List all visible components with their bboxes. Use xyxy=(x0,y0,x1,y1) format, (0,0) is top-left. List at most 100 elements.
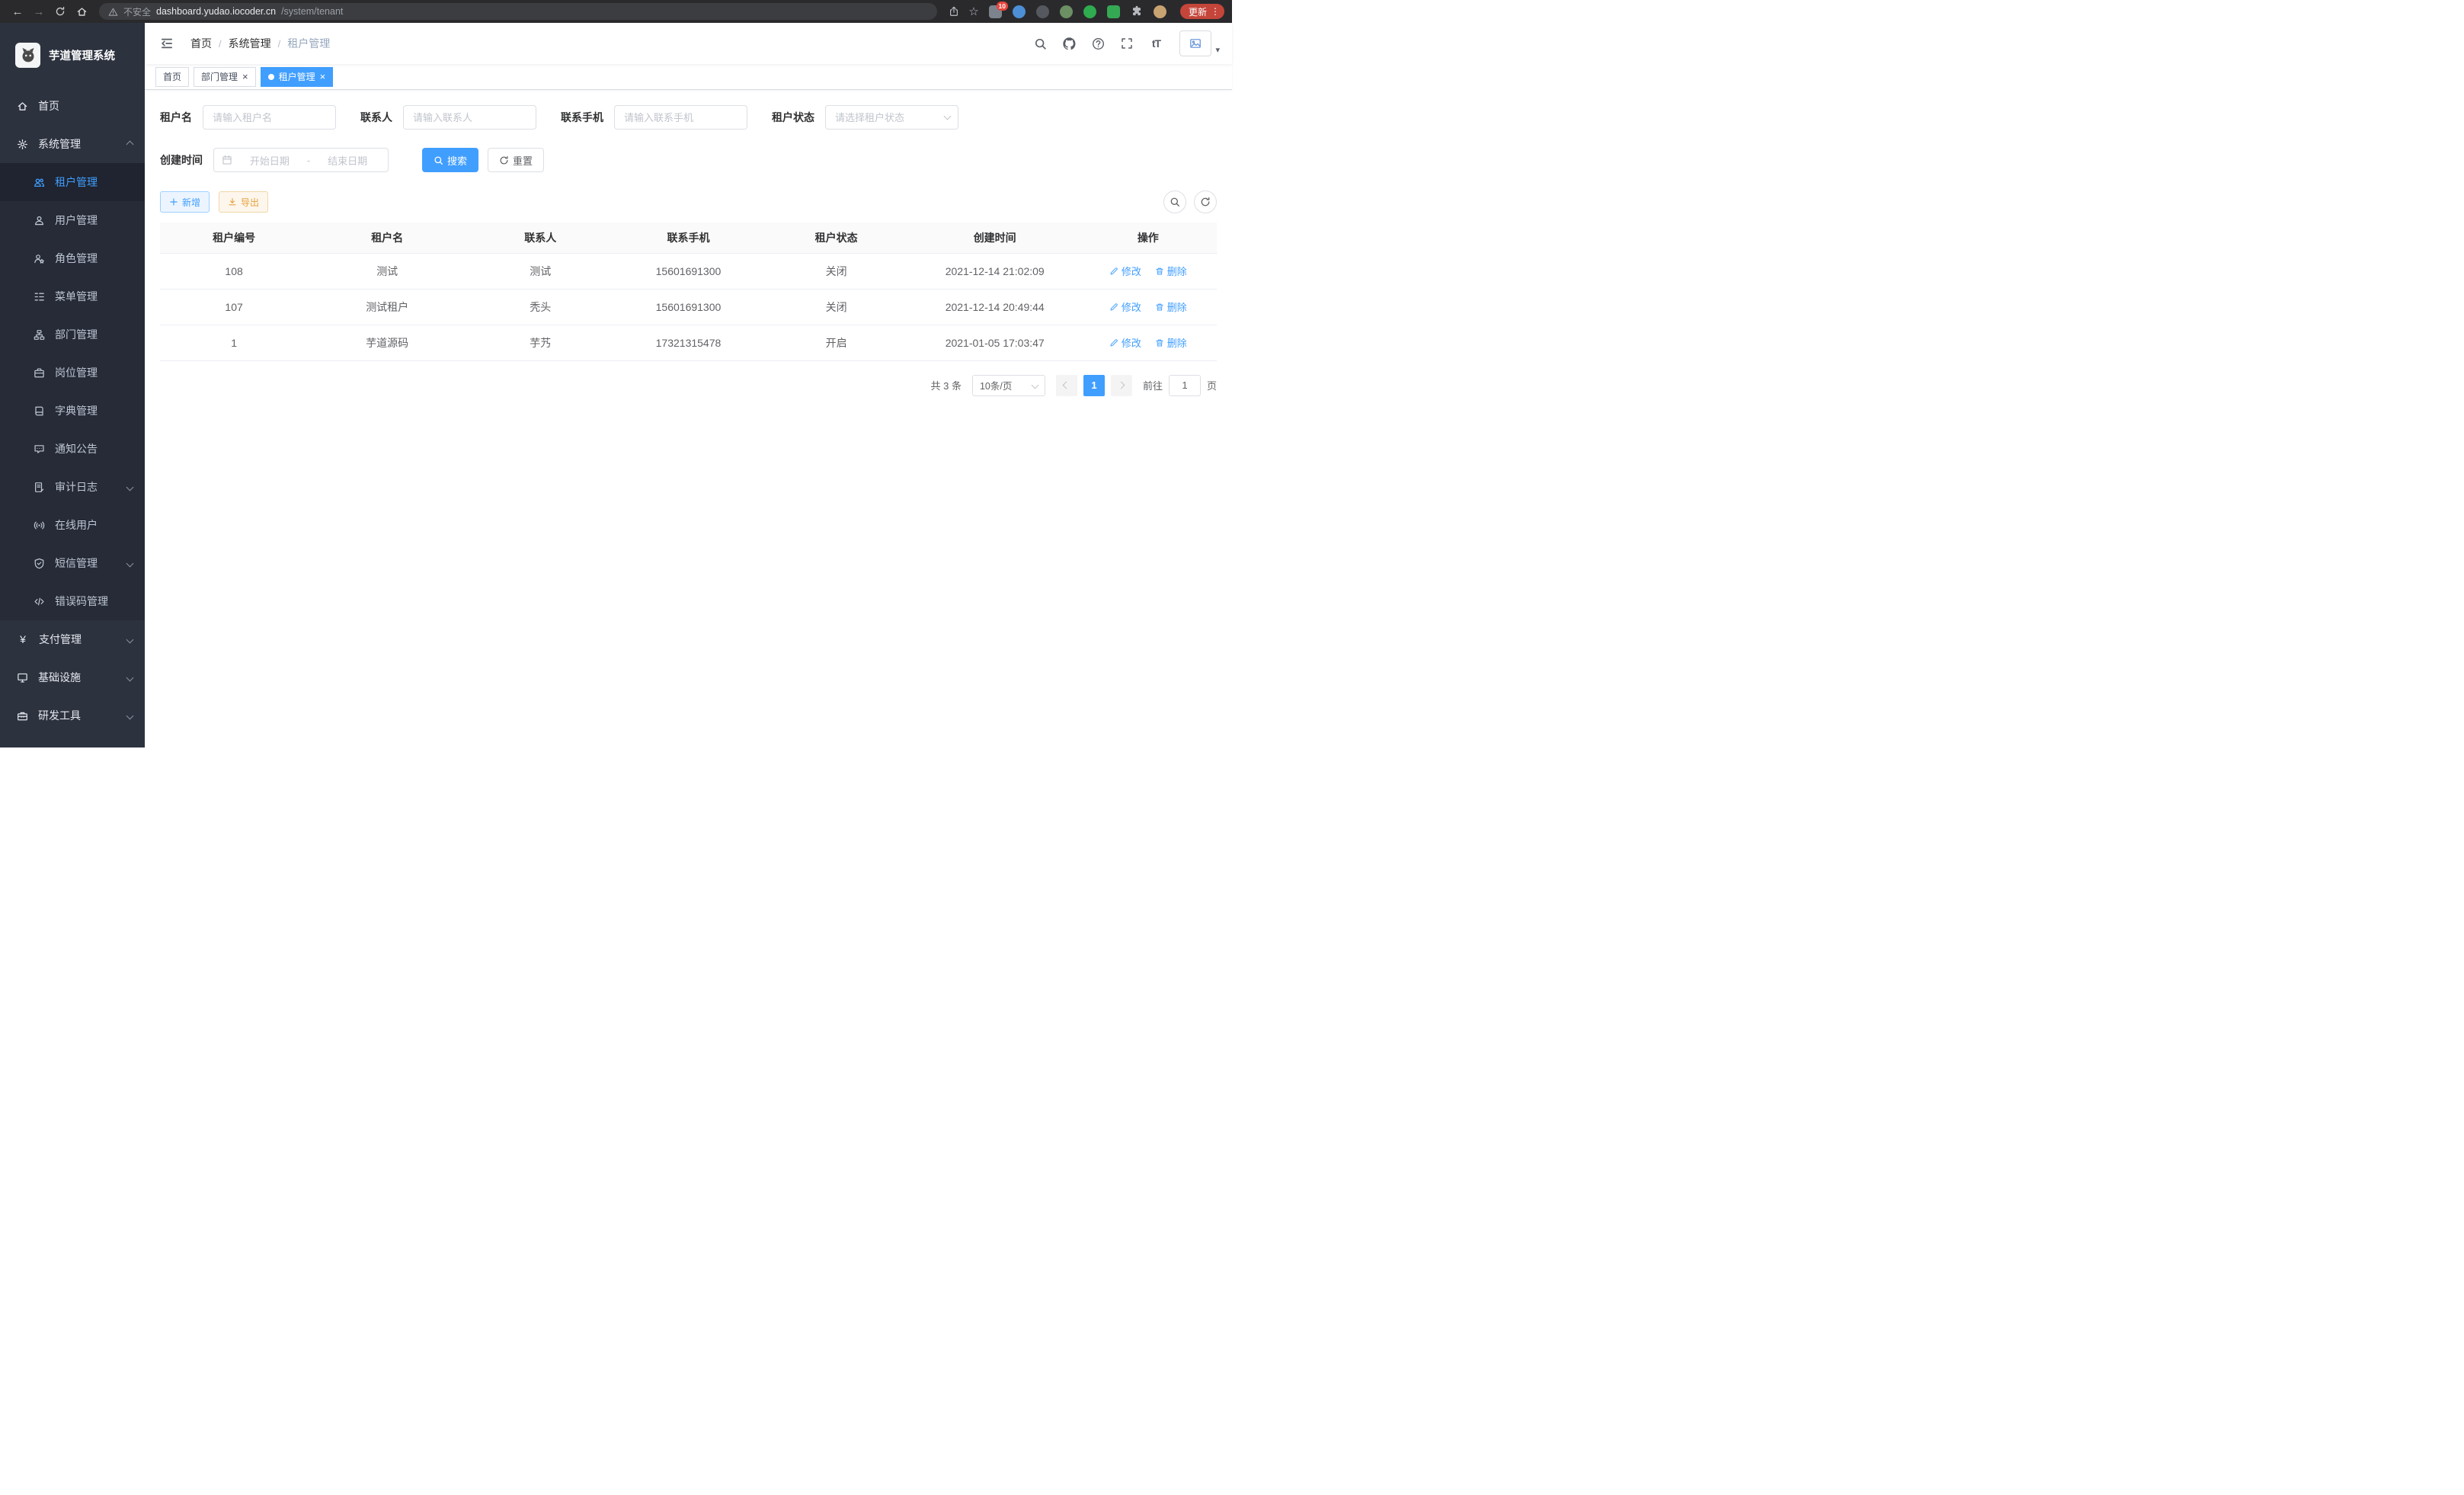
sidebar-item-user[interactable]: 用户管理 xyxy=(0,201,145,239)
sidebar-item-online-users[interactable]: 在线用户 xyxy=(0,506,145,544)
sidebar-item-error-code[interactable]: 错误码管理 xyxy=(0,582,145,620)
sidebar-item-label: 通知公告 xyxy=(55,441,133,456)
sidebar-item-label: 字典管理 xyxy=(55,403,133,418)
column-header: 联系人 xyxy=(466,222,614,253)
help-icon[interactable] xyxy=(1086,32,1109,55)
sidebar-collapse-icon[interactable] xyxy=(157,34,177,53)
sidebar-item-audit-log[interactable]: 审计日志 xyxy=(0,468,145,506)
monitor-icon xyxy=(17,672,28,683)
column-header: 联系手机 xyxy=(614,222,762,253)
github-icon[interactable] xyxy=(1058,32,1080,55)
sidebar-item-dept[interactable]: 部门管理 xyxy=(0,315,145,354)
edit-button[interactable]: 修改 xyxy=(1109,299,1141,314)
delete-button[interactable]: 删除 xyxy=(1155,264,1187,278)
reload-icon[interactable] xyxy=(50,3,70,20)
sidebar: 芋道管理系统 首页 系统管理 租户管理 用户管理 xyxy=(0,23,145,748)
breadcrumb-item-system[interactable]: 系统管理 xyxy=(229,36,271,51)
chevron-right-icon xyxy=(1118,382,1125,389)
column-header: 操作 xyxy=(1080,222,1217,253)
sidebar-item-devtools[interactable]: 研发工具 xyxy=(0,696,145,735)
reset-button[interactable]: 重置 xyxy=(488,148,544,172)
home-icon[interactable] xyxy=(72,3,91,20)
sidebar-item-infra[interactable]: 基础设施 xyxy=(0,658,145,696)
tab-home[interactable]: 首页 xyxy=(155,67,189,87)
sidebar-item-label: 部门管理 xyxy=(55,327,133,342)
cell-actions: 修改 删除 xyxy=(1080,289,1217,325)
edit-label: 修改 xyxy=(1122,335,1141,350)
sidebar-item-system[interactable]: 系统管理 xyxy=(0,125,145,163)
date-range-picker[interactable]: 开始日期 - 结束日期 xyxy=(213,148,389,172)
bookmark-star-icon[interactable]: ☆ xyxy=(965,3,983,20)
sidebar-item-post[interactable]: 岗位管理 xyxy=(0,354,145,392)
table-header-row: 租户编号 租户名 联系人 联系手机 租户状态 创建时间 操作 xyxy=(160,222,1217,253)
status-select[interactable] xyxy=(825,105,958,130)
goto-page-input[interactable] xyxy=(1169,375,1201,396)
share-icon[interactable] xyxy=(945,3,963,20)
download-icon xyxy=(228,197,237,206)
breadcrumb-separator: / xyxy=(278,38,281,50)
sidebar-item-role[interactable]: 角色管理 xyxy=(0,239,145,277)
screen: ← → 不安全 dashboard.yudao.iocoder.cn /syst… xyxy=(0,0,1232,748)
prev-page-button[interactable] xyxy=(1056,375,1077,396)
breadcrumb-item-home[interactable]: 首页 xyxy=(190,36,212,51)
tab-tenant[interactable]: 租户管理 × xyxy=(261,67,334,87)
tab-label: 部门管理 xyxy=(201,70,238,83)
sidebar-item-menu[interactable]: 菜单管理 xyxy=(0,277,145,315)
back-icon[interactable]: ← xyxy=(8,3,27,20)
security-warning-icon xyxy=(108,7,118,17)
font-size-icon[interactable]: tT xyxy=(1144,32,1167,55)
status-select-input[interactable] xyxy=(825,105,958,130)
sidebar-item-label: 研发工具 xyxy=(38,708,117,723)
edit-button[interactable]: 修改 xyxy=(1109,264,1141,278)
add-button[interactable]: 新增 xyxy=(160,191,210,213)
extension-icon-green-square[interactable] xyxy=(1107,5,1120,18)
refresh-icon xyxy=(499,155,509,165)
toggle-search-icon[interactable] xyxy=(1163,190,1186,213)
tab-dept[interactable]: 部门管理 × xyxy=(194,67,256,87)
sidebar-item-home[interactable]: 首页 xyxy=(0,87,145,125)
address-bar[interactable]: 不安全 dashboard.yudao.iocoder.cn /system/t… xyxy=(99,3,937,20)
close-icon[interactable]: × xyxy=(242,72,248,82)
extension-icon-blue[interactable] xyxy=(1013,5,1026,18)
user-avatar[interactable]: ▾ xyxy=(1179,30,1220,56)
mobile-input[interactable] xyxy=(614,105,747,130)
next-page-button[interactable] xyxy=(1111,375,1132,396)
cell-actions: 修改 删除 xyxy=(1080,253,1217,289)
table-row: 107 测试租户 秃头 15601691300 关闭 2021-12-14 20… xyxy=(160,289,1217,325)
sidebar-item-sms[interactable]: 短信管理 xyxy=(0,544,145,582)
extension-icon-olive[interactable] xyxy=(1060,5,1073,18)
sidebar-item-label: 系统管理 xyxy=(38,136,117,152)
cell-status: 关闭 xyxy=(763,253,910,289)
pencil-icon xyxy=(1109,267,1118,276)
close-icon[interactable]: × xyxy=(320,72,326,82)
sidebar-item-payment[interactable]: ¥ 支付管理 xyxy=(0,620,145,658)
delete-button[interactable]: 删除 xyxy=(1155,335,1187,350)
url-path: /system/tenant xyxy=(281,6,928,17)
export-button[interactable]: 导出 xyxy=(219,191,268,213)
forward-icon[interactable]: → xyxy=(29,3,49,20)
delete-button[interactable]: 删除 xyxy=(1155,299,1187,314)
main-area: 首页 / 系统管理 / 租户管理 xyxy=(145,23,1232,748)
fullscreen-icon[interactable] xyxy=(1115,32,1138,55)
sidebar-item-label: 审计日志 xyxy=(55,479,117,495)
sidebar-item-dict[interactable]: 字典管理 xyxy=(0,392,145,430)
sidebar-item-notice[interactable]: 通知公告 xyxy=(0,430,145,468)
profile-avatar-icon[interactable] xyxy=(1154,5,1166,18)
extension-icon-badged[interactable]: 10 xyxy=(989,5,1002,18)
sidebar-item-tenant[interactable]: 租户管理 xyxy=(0,163,145,201)
browser-update-button[interactable]: 更新 ⋮ xyxy=(1180,4,1224,19)
user-icon xyxy=(34,215,45,226)
contact-input[interactable] xyxy=(403,105,536,130)
extension-icon-green-circle[interactable] xyxy=(1083,5,1096,18)
page-size-select[interactable]: 10条/页 xyxy=(972,375,1045,396)
search-icon[interactable] xyxy=(1029,32,1051,55)
extension-icon-dark[interactable] xyxy=(1036,5,1049,18)
plus-icon xyxy=(169,197,178,206)
url-host: dashboard.yudao.iocoder.cn xyxy=(156,6,276,17)
page-number-button[interactable]: 1 xyxy=(1083,375,1105,396)
edit-button[interactable]: 修改 xyxy=(1109,335,1141,350)
refresh-table-icon[interactable] xyxy=(1194,190,1217,213)
tenant-name-input[interactable] xyxy=(203,105,336,130)
search-button[interactable]: 搜索 xyxy=(422,148,478,172)
extensions-puzzle-icon[interactable] xyxy=(1129,4,1144,19)
